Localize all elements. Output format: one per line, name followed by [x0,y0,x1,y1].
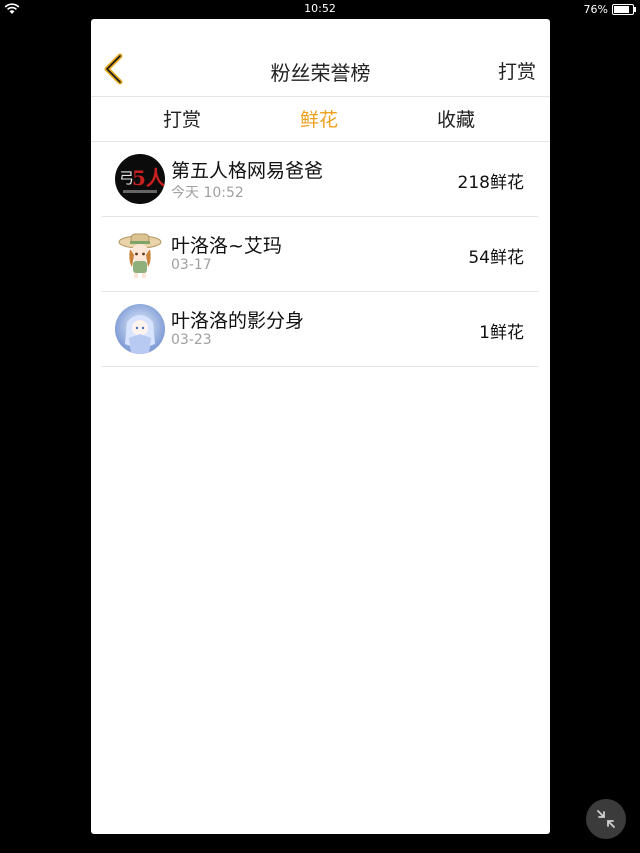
list-item[interactable]: 弓 5人 第五人格网易爸爸 今天 10:52 218鲜花 [102,142,538,217]
avatar [115,304,165,354]
collapse-button[interactable] [586,799,626,839]
fan-name: 叶洛洛的影分身 [171,310,305,332]
fan-name: 第五人格网易爸爸 [171,160,324,182]
fan-date: 今天 10:52 [171,185,244,201]
ranking-list: 弓 5人 第五人格网易爸爸 今天 10:52 218鲜花 叶洛洛~艾玛 03-1… [102,142,538,367]
avatar [115,229,165,279]
tab-flowers[interactable]: 鲜花 [279,105,359,132]
status-time: 10:52 [304,2,336,15]
flower-count: 218鲜花 [457,173,524,193]
reward-button[interactable]: 打赏 [498,57,536,84]
svg-text:5人: 5人 [132,166,165,190]
page-title: 粉丝荣誉榜 [270,61,371,85]
tab-reward[interactable]: 打赏 [142,105,222,132]
fan-honor-panel: 粉丝荣誉榜 打赏 打赏 鲜花 收藏 弓 5人 第五人格网易爸爸 今天 10:52… [91,19,550,834]
fan-date: 03-17 [171,257,212,273]
flower-count: 1鲜花 [479,323,524,343]
battery-status: 76% [583,3,636,16]
battery-icon [612,4,636,15]
fan-name: 叶洛洛~艾玛 [171,235,282,257]
tab-bar: 打赏 鲜花 收藏 [91,97,550,142]
battery-percent: 76% [583,3,608,16]
list-item[interactable]: 叶洛洛~艾玛 03-17 54鲜花 [102,217,538,292]
flower-count: 54鲜花 [468,248,524,268]
header: 粉丝荣誉榜 打赏 [91,19,550,97]
avatar: 弓 5人 [115,154,165,204]
status-bar: 10:52 76% [0,0,640,18]
fan-date: 03-23 [171,332,212,348]
collapse-arrows-icon [597,810,615,828]
tab-favorites[interactable]: 收藏 [416,105,496,132]
list-item[interactable]: 叶洛洛的影分身 03-23 1鲜花 [102,292,538,367]
